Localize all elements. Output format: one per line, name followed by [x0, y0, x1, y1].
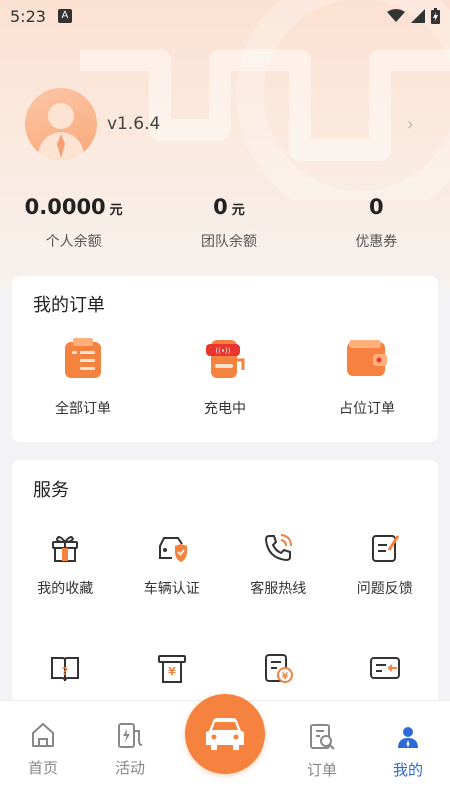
customer-hotline-button[interactable]: 客服热线 — [225, 532, 332, 598]
personal-balance-label: 个人余额 — [45, 234, 102, 250]
my-orders-title: 我的订单 — [33, 295, 105, 316]
tab-orders-label: 订单 — [306, 761, 337, 779]
charger-icon — [118, 723, 143, 748]
tab-mine-label: 我的 — [392, 761, 423, 779]
bill-icon: ¥ — [265, 654, 294, 683]
feedback-button[interactable]: 问题反馈 — [332, 532, 439, 598]
services-card: 服务 我的收藏 车辆认证 客服热线 问题反馈 ? ¥ ¥ — [12, 460, 438, 720]
invoice-button[interactable]: ¥ — [119, 652, 226, 684]
team-balance-unit: 元 — [231, 203, 245, 218]
balance-row: 0.0000 元 个人余额 0元 团队余额 0 优惠券 — [0, 195, 450, 251]
all-orders-label: 全部订单 — [55, 401, 111, 417]
avatar[interactable] — [25, 88, 97, 160]
charging-label: 充电中 — [204, 401, 246, 417]
personal-balance-value: 0.0000 — [24, 195, 106, 219]
team-balance-label: 团队余额 — [200, 234, 257, 250]
svg-text:¥: ¥ — [168, 665, 176, 678]
vehicle-verification-button[interactable]: 车辆认证 — [119, 532, 226, 598]
feedback-icon — [371, 535, 400, 562]
charging-orders-button[interactable]: ((•)) 充电中 — [154, 336, 296, 418]
receipt-yen-icon: ¥ — [157, 655, 186, 683]
favorites-label: 我的收藏 — [37, 581, 94, 597]
question-book-icon: ? — [51, 657, 80, 682]
center-car-button[interactable] — [185, 694, 265, 774]
personal-balance-unit: 元 — [109, 203, 123, 218]
chevron-right-icon[interactable]: › — [407, 114, 414, 135]
order-shortcuts: 全部订单 ((•)) 充电中 占位订单 — [12, 336, 438, 418]
svg-text:?: ? — [62, 665, 68, 678]
services-row-1: 我的收藏 车辆认证 客服热线 问题反馈 — [12, 532, 438, 598]
order-search-icon — [310, 724, 335, 750]
team-balance-value: 0 — [213, 195, 228, 219]
signal-icon — [411, 9, 425, 23]
avatar-person-icon — [37, 103, 85, 160]
tab-activity[interactable]: 活动 — [100, 721, 160, 778]
charging-station-icon: ((•)) — [206, 340, 245, 378]
battery-icon — [431, 8, 440, 24]
svg-text:¥: ¥ — [282, 672, 289, 682]
app-version: v1.6.4 — [107, 114, 161, 134]
bill-button[interactable]: ¥ — [225, 652, 332, 684]
gift-icon — [52, 536, 79, 562]
car-shield-icon — [158, 537, 187, 562]
status-icons — [387, 8, 440, 24]
all-orders-button[interactable]: 全部订单 — [12, 336, 154, 418]
services-title: 服务 — [33, 480, 69, 501]
tab-home[interactable]: 首页 — [13, 721, 73, 778]
svg-text:((•)): ((•)) — [215, 347, 230, 355]
card-button[interactable] — [332, 652, 439, 684]
tab-home-label: 首页 — [27, 759, 58, 777]
coupons-value: 0 — [369, 195, 384, 219]
occupancy-orders-button[interactable]: 占位订单 — [296, 336, 438, 418]
tab-activity-label: 活动 — [114, 759, 145, 777]
vehicle-verification-label: 车辆认证 — [143, 581, 200, 597]
my-orders-card: 我的订单 全部订单 ((•)) 充电中 占位订单 — [12, 276, 438, 442]
status-time: 5:23 — [10, 6, 46, 26]
wifi-icon — [387, 9, 405, 22]
profile-row[interactable]: v1.6.4 — [25, 88, 160, 160]
occupancy-orders-label: 占位订单 — [339, 401, 395, 417]
tab-mine[interactable]: 我的 — [378, 723, 438, 780]
wallet-icon — [347, 340, 387, 376]
phone-icon — [265, 534, 293, 562]
home-icon — [32, 723, 54, 747]
card-icon — [369, 657, 400, 679]
car-icon — [206, 718, 244, 750]
coupons[interactable]: 0 优惠券 — [303, 195, 450, 251]
tab-orders[interactable]: 订单 — [292, 723, 352, 780]
coupons-label: 优惠券 — [355, 234, 398, 250]
status-bar: 5:23 A — [0, 0, 450, 32]
personal-balance[interactable]: 0.0000 元 个人余额 — [0, 195, 155, 251]
team-balance[interactable]: 0元 团队余额 — [155, 195, 302, 251]
clipboard-list-icon — [65, 338, 101, 378]
feedback-label: 问题反馈 — [356, 581, 413, 597]
help-guide-button[interactable]: ? — [12, 652, 119, 684]
favorites-button[interactable]: 我的收藏 — [12, 532, 119, 598]
notification-icon: A — [57, 9, 72, 23]
services-row-2: ? ¥ ¥ — [12, 652, 438, 684]
customer-hotline-label: 客服热线 — [250, 581, 307, 597]
user-icon — [398, 727, 418, 748]
